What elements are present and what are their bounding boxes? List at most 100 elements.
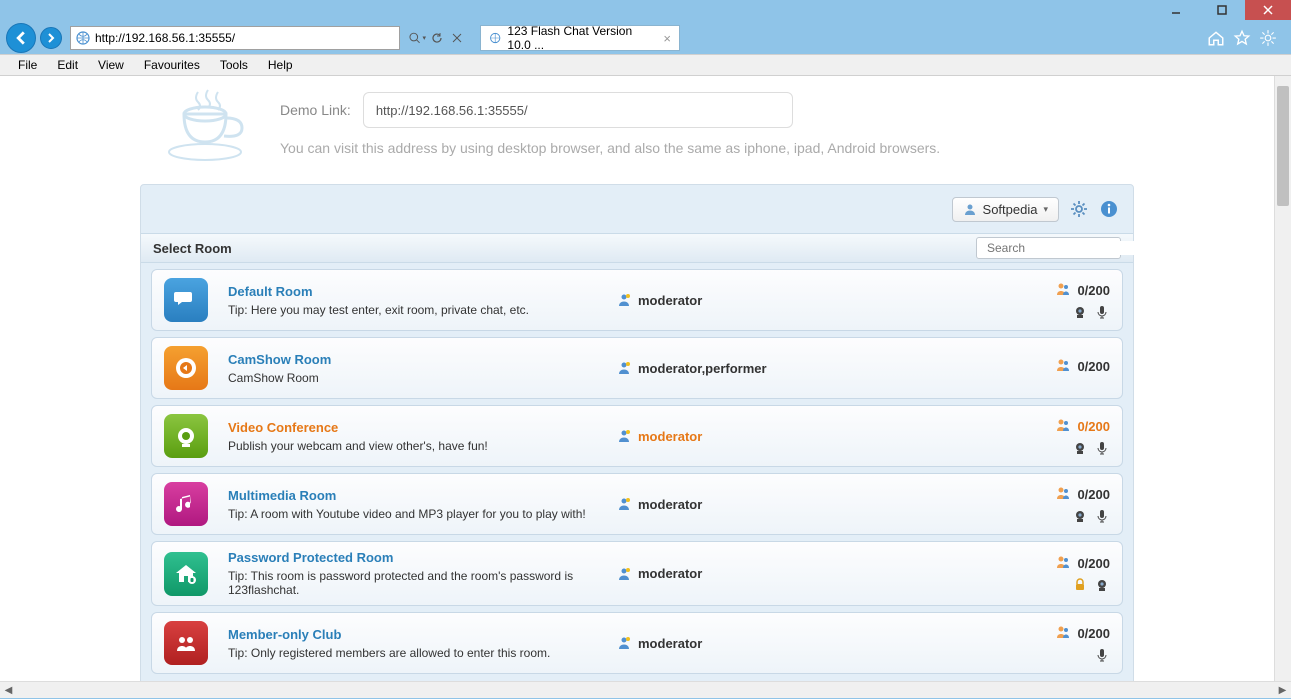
room-moderator: moderator,performer bbox=[616, 360, 982, 376]
scrollbar-thumb[interactable] bbox=[1277, 86, 1289, 206]
browser-navbar: ▾ 123 Flash Chat Version 10.0 ... × bbox=[0, 22, 1291, 54]
room-tip: Tip: A room with Youtube video and MP3 p… bbox=[228, 507, 608, 521]
menu-help[interactable]: Help bbox=[258, 56, 303, 74]
demo-description: You can visit this address by using desk… bbox=[280, 140, 1134, 156]
room-icon bbox=[164, 414, 208, 458]
room-feature-icons bbox=[1072, 508, 1110, 524]
vertical-scrollbar[interactable] bbox=[1274, 76, 1291, 681]
favorites-icon[interactable] bbox=[1233, 29, 1251, 47]
room-count: 0/200 bbox=[1055, 357, 1110, 376]
tab-close-icon[interactable]: × bbox=[663, 31, 671, 46]
search-box[interactable] bbox=[976, 237, 1121, 259]
browser-menubar: File Edit View Favourites Tools Help bbox=[0, 54, 1291, 76]
people-icon bbox=[1055, 554, 1071, 573]
room-icon bbox=[164, 482, 208, 526]
room-icon bbox=[164, 278, 208, 322]
room-right: 0/200 bbox=[990, 624, 1110, 663]
forward-button[interactable] bbox=[40, 27, 62, 49]
stop-icon[interactable] bbox=[448, 29, 466, 47]
moderator-label: moderator bbox=[638, 293, 702, 308]
user-icon bbox=[963, 202, 977, 216]
select-room-label: Select Room bbox=[153, 241, 232, 256]
room-info: Multimedia RoomTip: A room with Youtube … bbox=[228, 488, 608, 521]
people-icon bbox=[1055, 417, 1071, 436]
scroll-left-icon[interactable]: ◀ bbox=[0, 682, 17, 699]
room-title: Member-only Club bbox=[228, 627, 608, 642]
url-input[interactable] bbox=[95, 31, 395, 45]
menu-favourites[interactable]: Favourites bbox=[134, 56, 210, 74]
browser-tab[interactable]: 123 Flash Chat Version 10.0 ... × bbox=[480, 25, 680, 51]
close-button[interactable] bbox=[1245, 0, 1291, 20]
back-button[interactable] bbox=[6, 23, 36, 53]
menu-edit[interactable]: Edit bbox=[47, 56, 88, 74]
room-tip: Tip: This room is password protected and… bbox=[228, 569, 608, 597]
room-info: Default RoomTip: Here you may test enter… bbox=[228, 284, 608, 317]
room-row[interactable]: Password Protected Room Tip: This room is… bbox=[151, 541, 1123, 606]
count-label: 0/200 bbox=[1077, 419, 1110, 434]
room-count: 0/200 bbox=[1055, 417, 1110, 436]
room-count: 0/200 bbox=[1055, 624, 1110, 643]
room-right: 0/200 bbox=[990, 554, 1110, 593]
caret-down-icon: ▾ bbox=[1043, 204, 1048, 215]
moderator-icon bbox=[616, 496, 632, 512]
room-moderator: moderator bbox=[616, 635, 982, 651]
moderator-icon bbox=[616, 292, 632, 308]
room-row[interactable]: Member-only Club Tip: Only registered mem… bbox=[151, 612, 1123, 674]
count-label: 0/200 bbox=[1077, 283, 1110, 298]
room-feature-icons bbox=[1072, 577, 1110, 593]
moderator-label: moderator bbox=[638, 636, 702, 651]
room-row[interactable]: Default RoomTip: Here you may test enter… bbox=[151, 269, 1123, 331]
demo-header: Demo Link: You can visit this address by… bbox=[0, 76, 1274, 184]
moderator-label: moderator,performer bbox=[638, 361, 767, 376]
maximize-button[interactable] bbox=[1199, 0, 1245, 20]
browser-right-icons bbox=[1207, 29, 1285, 47]
search-dropdown-icon[interactable]: ▾ bbox=[408, 29, 426, 47]
address-bar[interactable] bbox=[70, 26, 400, 50]
room-info: Password Protected Room Tip: This room is… bbox=[228, 550, 608, 597]
search-input[interactable] bbox=[987, 241, 1142, 255]
room-info: Member-only Club Tip: Only registered mem… bbox=[228, 627, 608, 660]
room-title: Password Protected Room bbox=[228, 550, 608, 565]
demo-link-input[interactable] bbox=[363, 92, 793, 128]
horizontal-scrollbar[interactable]: ◀ ▶ bbox=[0, 681, 1291, 698]
moderator-label: moderator bbox=[638, 497, 702, 512]
room-moderator: moderator bbox=[616, 428, 982, 444]
room-feature-icons bbox=[1072, 304, 1110, 320]
room-tip: Tip: Only registered members are allowed… bbox=[228, 646, 608, 660]
room-info: Video ConferencePublish your webcam and … bbox=[228, 420, 608, 453]
gear-icon[interactable] bbox=[1069, 199, 1089, 219]
room-title: CamShow Room bbox=[228, 352, 608, 367]
info-icon[interactable] bbox=[1099, 199, 1119, 219]
user-name: Softpedia bbox=[983, 202, 1038, 217]
room-row[interactable]: CamShow RoomCamShow Roommoderator,perfor… bbox=[151, 337, 1123, 399]
room-moderator: moderator bbox=[616, 496, 982, 512]
room-icon bbox=[164, 346, 208, 390]
room-row[interactable]: Multimedia RoomTip: A room with Youtube … bbox=[151, 473, 1123, 535]
moderator-icon bbox=[616, 566, 632, 582]
people-icon bbox=[1055, 281, 1071, 300]
room-moderator: moderator bbox=[616, 566, 982, 582]
menu-tools[interactable]: Tools bbox=[210, 56, 258, 74]
settings-icon[interactable] bbox=[1259, 29, 1277, 47]
menu-view[interactable]: View bbox=[88, 56, 134, 74]
page-content: Demo Link: You can visit this address by… bbox=[0, 76, 1291, 681]
room-feature-icons bbox=[1094, 647, 1110, 663]
chat-topbar: Softpedia ▾ bbox=[141, 185, 1133, 233]
room-tip: Publish your webcam and view other's, ha… bbox=[228, 439, 608, 453]
moderator-label: moderator bbox=[638, 566, 702, 581]
room-right: 0/200 bbox=[990, 281, 1110, 320]
room-right: 0/200 bbox=[990, 417, 1110, 456]
room-row[interactable]: Video ConferencePublish your webcam and … bbox=[151, 405, 1123, 467]
refresh-icon[interactable] bbox=[428, 29, 446, 47]
home-icon[interactable] bbox=[1207, 29, 1225, 47]
count-label: 0/200 bbox=[1077, 556, 1110, 571]
scroll-right-icon[interactable]: ▶ bbox=[1274, 682, 1291, 699]
room-feature-icons bbox=[1072, 440, 1110, 456]
count-label: 0/200 bbox=[1077, 626, 1110, 641]
user-dropdown[interactable]: Softpedia ▾ bbox=[952, 197, 1059, 222]
room-count: 0/200 bbox=[1055, 554, 1110, 573]
room-icon bbox=[164, 621, 208, 665]
menu-file[interactable]: File bbox=[8, 56, 47, 74]
minimize-button[interactable] bbox=[1153, 0, 1199, 20]
tab-favicon-icon bbox=[489, 31, 501, 45]
